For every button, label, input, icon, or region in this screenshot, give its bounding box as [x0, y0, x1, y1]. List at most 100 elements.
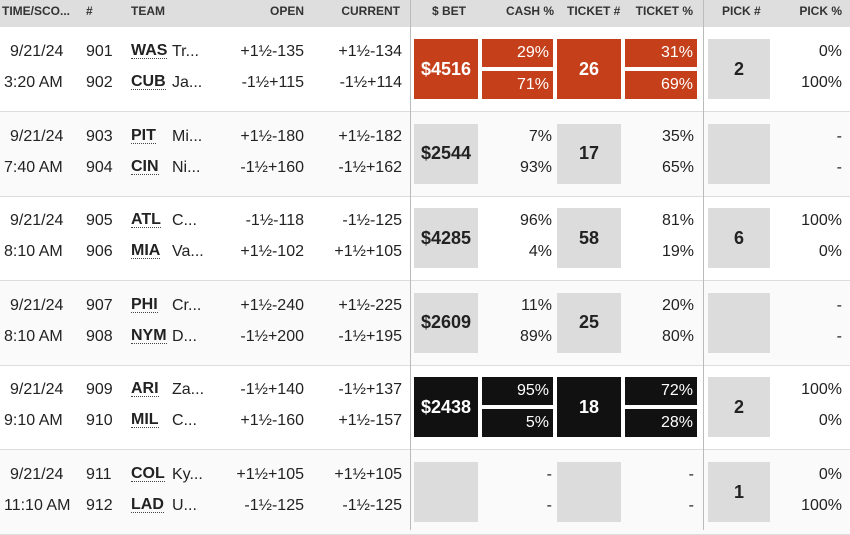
- pitcher-name: C...: [172, 412, 197, 430]
- col-ticket-num[interactable]: TICKET #: [567, 4, 620, 18]
- ticket-pct: -: [688, 466, 694, 483]
- open-line: +1½-240: [240, 296, 304, 314]
- col-pick-pct[interactable]: PICK %: [799, 4, 842, 18]
- game-row[interactable]: 9/21/24 11:10 AM 911 COL Ky... +1½+105 +1½+105…: [0, 450, 850, 535]
- bet-amount: $4516: [414, 39, 478, 99]
- team-abbr[interactable]: WAS: [131, 43, 168, 59]
- pitcher-name: C...: [172, 212, 197, 230]
- ticket-count: 26: [557, 39, 621, 99]
- rotation-number: 909: [86, 381, 113, 399]
- team-abbr[interactable]: LAD: [131, 497, 164, 513]
- ticket-pct: 81%: [661, 212, 694, 230]
- pick-pct: -: [836, 158, 842, 176]
- open-line: +1½-102: [240, 243, 304, 261]
- pick-pct: 100%: [801, 74, 842, 91]
- ticket-pct: 20%: [661, 296, 694, 314]
- team-abbr[interactable]: ATL: [131, 212, 161, 229]
- table-header: TIME/SCO... # TEAM OPEN CURRENT $ BET CA…: [0, 0, 850, 27]
- current-line: +1½-157: [338, 412, 402, 430]
- col-cash[interactable]: CASH %: [506, 4, 554, 18]
- bet-amount: $2609: [414, 292, 478, 353]
- col-time[interactable]: TIME/SCO...: [2, 4, 70, 18]
- ticket-pct: 28%: [625, 409, 697, 438]
- team-abbr[interactable]: PHI: [131, 296, 158, 313]
- current-line: -1½+162: [338, 158, 402, 176]
- rotation-number: 908: [86, 327, 113, 345]
- game-date: 9/21/24: [10, 212, 64, 230]
- open-line: -1½+160: [240, 158, 304, 176]
- rotation-number: 904: [86, 158, 113, 176]
- col-team[interactable]: TEAM: [131, 4, 165, 18]
- pitcher-name: Tr...: [172, 43, 199, 60]
- ticket-pct: -: [688, 497, 694, 514]
- current-line: -1½+137: [338, 381, 402, 399]
- rotation-number: 901: [86, 43, 113, 60]
- game-row[interactable]: 9/21/24 8:10 AM 905 ATL C... -1½-118 -1½-125 90…: [0, 196, 850, 282]
- cash-pct: 96%: [519, 212, 552, 230]
- current-line: +1½+105: [334, 243, 402, 261]
- pick-pct: 0%: [818, 43, 842, 60]
- rotation-number: 910: [86, 412, 113, 430]
- col-open[interactable]: OPEN: [270, 4, 304, 18]
- team-abbr[interactable]: NYM: [131, 327, 167, 344]
- pick-count: [708, 292, 770, 353]
- pick-count: 2: [708, 39, 770, 99]
- ticket-count: 17: [557, 123, 621, 184]
- open-line: -1½-118: [245, 212, 304, 230]
- current-line: +1½-134: [338, 43, 402, 60]
- ticket-count: 25: [557, 292, 621, 353]
- game-time: 11:10 AM: [4, 497, 71, 514]
- pick-pct: -: [836, 327, 842, 345]
- pick-count: 1: [708, 462, 770, 522]
- game-row[interactable]: 9/21/24 7:40 AM 903 PIT Mi... +1½-180 +1½-182 9…: [0, 111, 850, 197]
- team-abbr[interactable]: COL: [131, 466, 165, 482]
- col-num[interactable]: #: [86, 4, 93, 18]
- team-abbr[interactable]: ARI: [131, 381, 159, 398]
- col-ticket-pct[interactable]: TICKET %: [636, 4, 693, 18]
- game-row[interactable]: 9/21/24 9:10 AM 909 ARI Za... -1½+140 -1½+137 9…: [0, 365, 850, 451]
- pick-pct: -: [836, 296, 842, 314]
- game-date: 9/21/24: [10, 127, 64, 145]
- ticket-pct: 80%: [661, 327, 694, 345]
- open-line: +1½-180: [240, 127, 304, 145]
- ticket-pct: 72%: [625, 377, 697, 406]
- open-line: -1½+115: [241, 74, 304, 91]
- team-abbr[interactable]: CUB: [131, 74, 166, 90]
- rotation-number: 912: [86, 497, 113, 514]
- col-pick-num[interactable]: PICK #: [722, 4, 761, 18]
- game-time: 8:10 AM: [4, 243, 63, 261]
- team-abbr[interactable]: PIT: [131, 127, 156, 144]
- pitcher-name: D...: [172, 327, 197, 345]
- cash-pct: 95%: [482, 377, 553, 406]
- pitcher-name: Ja...: [172, 74, 203, 91]
- game-date: 9/21/24: [10, 43, 64, 60]
- team-abbr[interactable]: MIL: [131, 412, 159, 429]
- game-time: 8:10 AM: [4, 327, 63, 345]
- ticket-count: 58: [557, 208, 621, 269]
- cash-pct: 29%: [482, 39, 553, 67]
- pick-pct: 0%: [818, 243, 842, 261]
- col-bet[interactable]: $ BET: [432, 4, 466, 18]
- team-abbr[interactable]: CIN: [131, 158, 159, 175]
- current-line: -1½+195: [338, 327, 402, 345]
- pitcher-name: Ni...: [172, 158, 201, 176]
- pick-pct: 100%: [801, 212, 842, 230]
- open-line: +1½+105: [236, 466, 304, 483]
- current-line: -1½-125: [342, 497, 402, 514]
- current-line: +1½+105: [334, 466, 402, 483]
- game-date: 9/21/24: [10, 296, 64, 314]
- rotation-number: 903: [86, 127, 113, 145]
- open-line: -1½+200: [240, 327, 304, 345]
- col-current[interactable]: CURRENT: [341, 4, 400, 18]
- pitcher-name: U...: [172, 497, 197, 514]
- game-row[interactable]: 9/21/24 8:10 AM 907 PHI Cr... +1½-240 +1½-225 9…: [0, 280, 850, 366]
- ticket-pct: 65%: [661, 158, 694, 176]
- rotation-number: 905: [86, 212, 113, 230]
- pitcher-name: Ky...: [172, 466, 203, 483]
- game-row[interactable]: 9/21/24 3:20 AM 901 WAS Tr... +1½-135 +1½-134 9…: [0, 27, 850, 112]
- divider: [410, 0, 411, 530]
- team-abbr[interactable]: MIA: [131, 243, 161, 260]
- current-line: +1½-182: [338, 127, 402, 145]
- open-line: +1½-160: [240, 412, 304, 430]
- current-line: -1½-125: [342, 212, 402, 230]
